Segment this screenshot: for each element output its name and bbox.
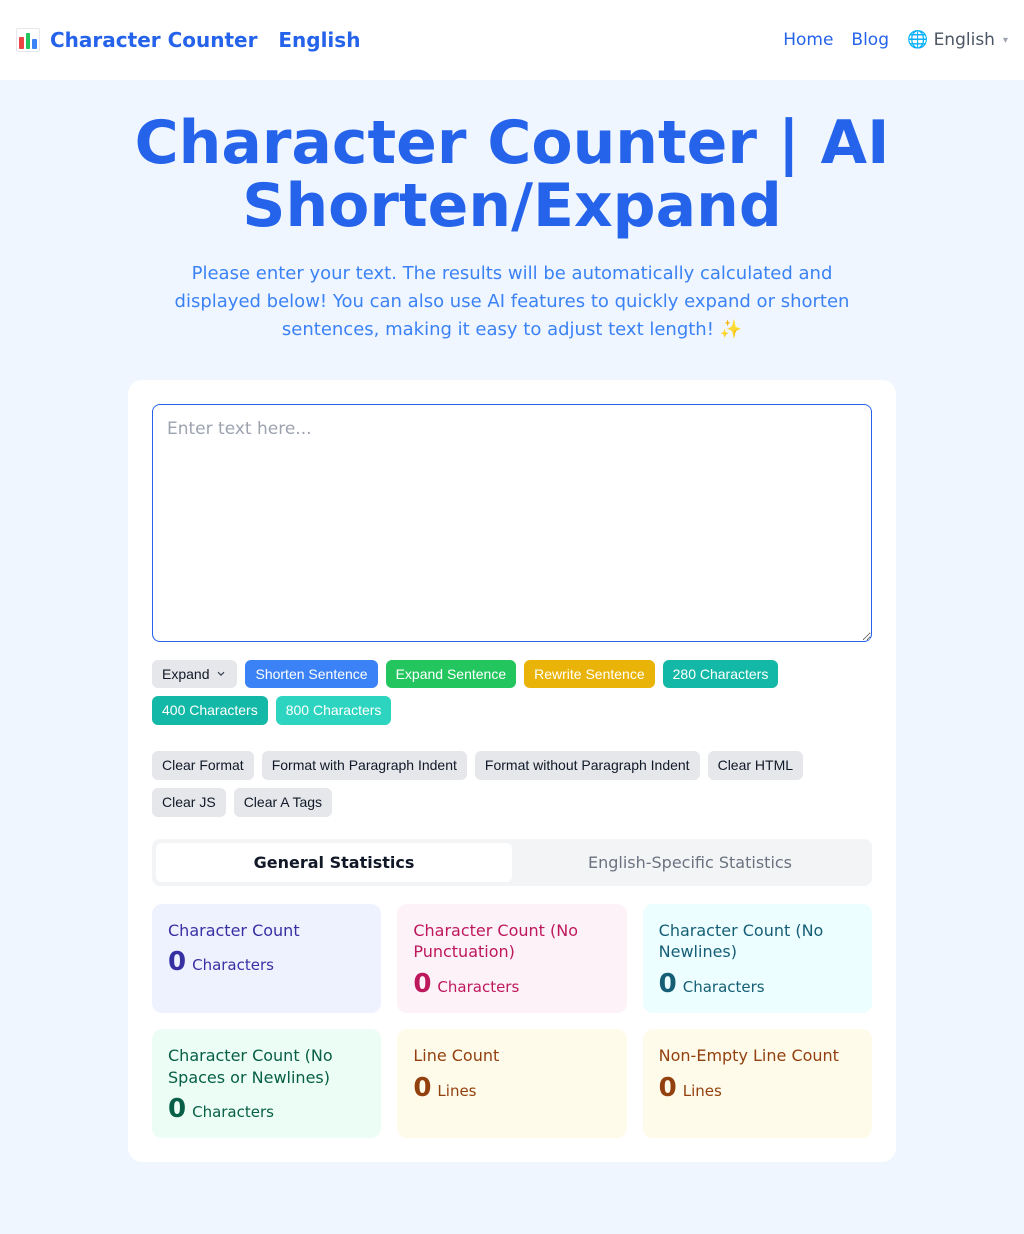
tab-general[interactable]: General Statistics: [156, 843, 512, 882]
stat-value: 0: [168, 1094, 186, 1124]
site-header: Character Counter English Home Blog 🌐 En…: [0, 0, 1024, 80]
page-subtitle: Please enter your text. The results will…: [162, 260, 862, 344]
chevron-down-icon: ▾: [1003, 35, 1008, 46]
stat-label: Character Count (No Punctuation): [413, 920, 610, 963]
clear-a-tags-button[interactable]: Clear A Tags: [234, 788, 332, 817]
stat-unit: Characters: [683, 978, 765, 996]
page-title: Character Counter | AI Shorten/Expand: [87, 112, 937, 238]
clear-html-button[interactable]: Clear HTML: [708, 751, 803, 780]
text-input[interactable]: [152, 404, 872, 642]
stat-char-no-space-newline: Character Count (No Spaces or Newlines) …: [152, 1029, 381, 1138]
stat-char-count: Character Count 0 Characters: [152, 904, 381, 1013]
stat-value: 0: [659, 969, 677, 999]
stat-label: Character Count (No Spaces or Newlines): [168, 1045, 365, 1088]
stat-value: 0: [413, 969, 431, 999]
expand-dropdown-button[interactable]: Expand: [152, 660, 237, 689]
stat-value: 0: [168, 947, 186, 977]
stat-unit: Characters: [192, 956, 274, 974]
chevron-down-icon: [215, 668, 227, 680]
clear-format-button[interactable]: Clear Format: [152, 751, 254, 780]
shorten-button[interactable]: Shorten Sentence: [245, 660, 377, 689]
stats-grid: Character Count 0 Characters Character Co…: [152, 904, 872, 1138]
stat-nonempty-line-count: Non-Empty Line Count 0 Lines: [643, 1029, 872, 1138]
stat-char-no-punct: Character Count (No Punctuation) 0 Charac…: [397, 904, 626, 1013]
hero-section: Character Counter | AI Shorten/Expand Pl…: [0, 80, 1024, 1234]
stat-unit: Lines: [683, 1082, 722, 1100]
brand-lang: English: [278, 28, 360, 52]
chars-280-button[interactable]: 280 Characters: [663, 660, 779, 689]
chars-400-button[interactable]: 400 Characters: [152, 696, 268, 725]
expand-dropdown-label: Expand: [162, 666, 209, 683]
language-label: 🌐 English: [907, 30, 995, 50]
tab-english[interactable]: English-Specific Statistics: [512, 843, 868, 882]
language-switcher[interactable]: 🌐 English ▾: [907, 30, 1008, 50]
stats-tabs: General Statistics English-Specific Stat…: [152, 839, 872, 886]
chars-800-button[interactable]: 800 Characters: [276, 696, 392, 725]
stat-unit: Lines: [437, 1082, 476, 1100]
nav-home-link[interactable]: Home: [783, 30, 833, 50]
ai-button-row: Expand Shorten Sentence Expand Sentence …: [152, 660, 872, 726]
stat-unit: Characters: [437, 978, 519, 996]
brand-name: Character Counter: [50, 28, 257, 52]
format-with-indent-button[interactable]: Format with Paragraph Indent: [262, 751, 467, 780]
stat-value: 0: [659, 1073, 677, 1103]
brand[interactable]: Character Counter English: [16, 28, 360, 52]
main-card: Expand Shorten Sentence Expand Sentence …: [128, 380, 896, 1163]
brand-logo-icon: [16, 28, 40, 52]
stat-label: Character Count: [168, 920, 365, 942]
stat-line-count: Line Count 0 Lines: [397, 1029, 626, 1138]
clear-js-button[interactable]: Clear JS: [152, 788, 226, 817]
nav-blog-link[interactable]: Blog: [851, 30, 889, 50]
stat-label: Character Count (No Newlines): [659, 920, 856, 963]
stat-char-no-newline: Character Count (No Newlines) 0 Character…: [643, 904, 872, 1013]
rewrite-button[interactable]: Rewrite Sentence: [524, 660, 655, 689]
format-without-indent-button[interactable]: Format without Paragraph Indent: [475, 751, 700, 780]
stat-unit: Characters: [192, 1103, 274, 1121]
stat-value: 0: [413, 1073, 431, 1103]
stat-label: Line Count: [413, 1045, 610, 1067]
expand-button[interactable]: Expand Sentence: [386, 660, 517, 689]
stat-label: Non-Empty Line Count: [659, 1045, 856, 1067]
nav-right: Home Blog 🌐 English ▾: [783, 30, 1008, 50]
format-button-row: Clear Format Format with Paragraph Inden…: [152, 751, 872, 817]
